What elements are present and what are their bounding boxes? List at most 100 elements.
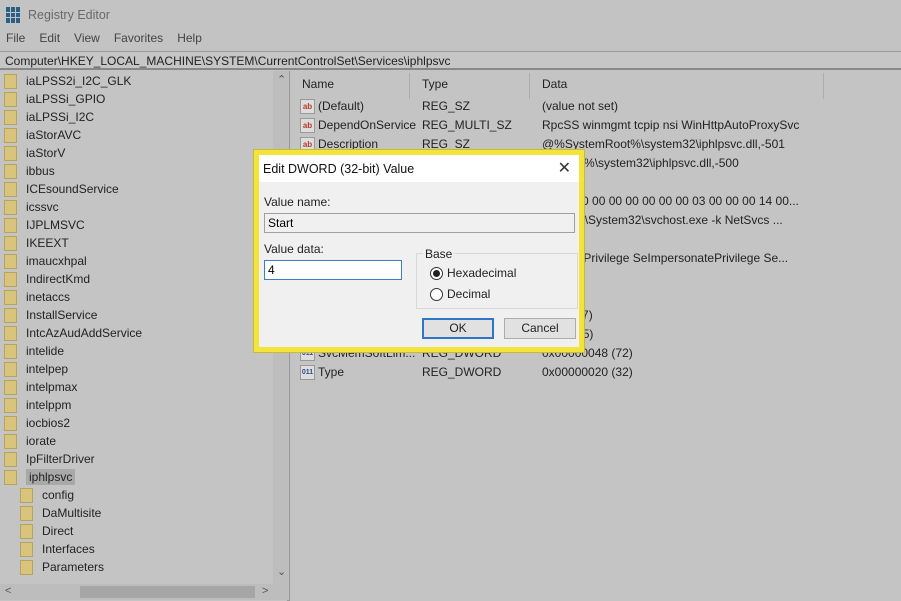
tree-item[interactable]: intelppm <box>4 396 71 414</box>
folder-icon <box>4 433 17 449</box>
menu-file[interactable]: File <box>6 31 25 49</box>
menu-help[interactable]: Help <box>177 31 202 49</box>
value-type: REG_SZ <box>422 99 471 113</box>
title-bar: Registry Editor <box>0 0 901 30</box>
folder-icon <box>4 271 17 287</box>
folder-icon <box>4 307 17 323</box>
radio-unchecked-icon[interactable] <box>430 287 443 301</box>
column-header-data[interactable]: Data <box>542 77 567 95</box>
tree-item[interactable]: icssvc <box>4 198 59 216</box>
tree-item-label: iaStorV <box>26 146 66 160</box>
folder-icon <box>4 325 17 341</box>
folder-icon <box>4 217 17 233</box>
tree-item-label: DaMultisite <box>42 506 102 520</box>
tree-item[interactable]: DaMultisite <box>20 504 101 522</box>
hexadecimal-radio[interactable]: Hexadecimal <box>430 266 516 280</box>
tree-item[interactable]: iaLPSSi_GPIO <box>4 90 105 108</box>
folder-icon <box>4 415 17 431</box>
folder-icon <box>20 523 33 539</box>
column-header-type[interactable]: Type <box>422 77 448 95</box>
tree-item-label: iaLPSS2i_I2C_GLK <box>26 74 132 88</box>
tree-item[interactable]: IndirectKmd <box>4 270 90 288</box>
folder-icon <box>20 505 33 521</box>
tree-item-label: iaLPSSi_GPIO <box>26 92 106 106</box>
scroll-left-icon[interactable]: < <box>5 585 11 597</box>
value-data-label: Value data: <box>264 242 324 256</box>
value-name: (Default) <box>318 99 365 113</box>
tree-item[interactable]: iaLPSS2i_I2C_GLK <box>4 72 131 90</box>
column-divider[interactable] <box>823 73 824 99</box>
value-data-field[interactable] <box>264 260 402 280</box>
tree-item[interactable]: intelpmax <box>4 378 77 396</box>
address-bar[interactable]: Computer\HKEY_LOCAL_MACHINE\SYSTEM\Curre… <box>0 51 901 70</box>
scroll-right-icon[interactable]: > <box>262 585 268 597</box>
tree-item-label: Interfaces <box>42 542 95 556</box>
tree-item[interactable]: iocbios2 <box>4 414 70 432</box>
tree-item[interactable]: Direct <box>20 522 73 540</box>
column-divider[interactable] <box>529 73 530 99</box>
tree-item[interactable]: InstallService <box>4 306 97 324</box>
dialog-title: Edit DWORD (32-bit) Value <box>263 161 415 176</box>
tree-item[interactable]: iorate <box>4 432 56 450</box>
folder-icon <box>4 451 17 467</box>
scroll-up-icon[interactable]: ⌃ <box>277 73 286 86</box>
tree-item[interactable]: intelpep <box>4 360 68 378</box>
value-type: REG_MULTI_SZ <box>422 118 512 132</box>
tree-item[interactable]: iaStorV <box>4 144 65 162</box>
value-name-label: Value name: <box>264 195 331 209</box>
value-row[interactable]: 011 Type REG_DWORD 0x00000020 (32) <box>293 363 901 382</box>
tree-item[interactable]: Parameters <box>20 558 104 576</box>
menu-favorites[interactable]: Favorites <box>114 31 163 49</box>
tree-item[interactable]: iaStorAVC <box>4 126 81 144</box>
tree-item[interactable]: IJPLMSVC <box>4 216 85 234</box>
menu-view[interactable]: View <box>74 31 100 49</box>
tree-item-label: inetaccs <box>26 290 71 304</box>
tree-item[interactable]: intelide <box>4 342 64 360</box>
folder-icon <box>4 181 17 197</box>
dialog-title-bar: Edit DWORD (32-bit) Value ✕ <box>259 155 579 182</box>
tree-item-label: intelide <box>26 344 65 358</box>
cancel-button[interactable]: Cancel <box>504 318 576 339</box>
tree-item[interactable]: IKEEXT <box>4 234 69 252</box>
tree-item[interactable]: inetaccs <box>4 288 70 306</box>
menu-edit[interactable]: Edit <box>39 31 60 49</box>
value-row[interactable]: ab DependOnService REG_MULTI_SZ RpcSS winmg… <box>293 116 901 135</box>
tree-item-label: IntcAzAudAddService <box>26 326 143 340</box>
close-icon[interactable]: ✕ <box>558 158 571 178</box>
tree-item[interactable]: config <box>20 486 74 504</box>
tree-item[interactable]: imaucxhpal <box>4 252 87 270</box>
tree-horizontal-scrollbar[interactable]: < > <box>0 584 289 600</box>
folder-icon <box>4 379 17 395</box>
value-name: Type <box>318 365 345 379</box>
tree-item-label: IpFilterDriver <box>26 452 95 466</box>
tree-item[interactable]: IpFilterDriver <box>4 450 95 468</box>
value-name-field[interactable] <box>264 213 575 233</box>
tree-item-label: InstallService <box>26 308 98 322</box>
base-label: Base <box>423 247 455 261</box>
decimal-label: Decimal <box>447 287 491 301</box>
scroll-down-icon[interactable]: ⌄ <box>277 565 286 578</box>
ok-button[interactable]: OK <box>422 318 494 339</box>
scroll-thumb[interactable] <box>80 586 255 598</box>
radio-checked-icon[interactable] <box>430 266 443 280</box>
column-header-name[interactable]: Name <box>302 77 334 95</box>
tree-item[interactable]: iphlpsvc <box>4 468 76 486</box>
folder-icon <box>4 163 17 179</box>
tree-item[interactable]: iaLPSSi_I2C <box>4 108 94 126</box>
decimal-radio[interactable]: Decimal <box>430 287 490 301</box>
hexadecimal-label: Hexadecimal <box>447 266 517 280</box>
tree-item-label: icssvc <box>26 200 59 214</box>
value-type: REG_DWORD <box>422 365 502 379</box>
value-data: @%SystemRoot%\system32\iphlpsvc.dll,-501 <box>542 137 785 151</box>
tree-item[interactable]: ibbus <box>4 162 55 180</box>
column-divider[interactable] <box>409 73 410 99</box>
folder-icon <box>4 289 17 305</box>
folder-icon <box>20 541 33 557</box>
folder-icon <box>4 343 17 359</box>
tree-item[interactable]: IntcAzAudAddService <box>4 324 142 342</box>
folder-icon <box>4 91 17 107</box>
string-value-icon: ab <box>300 99 315 114</box>
tree-item[interactable]: Interfaces <box>20 540 95 558</box>
value-row[interactable]: ab (Default) REG_SZ (value not set) <box>293 97 901 116</box>
tree-item[interactable]: ICEsoundService <box>4 180 119 198</box>
